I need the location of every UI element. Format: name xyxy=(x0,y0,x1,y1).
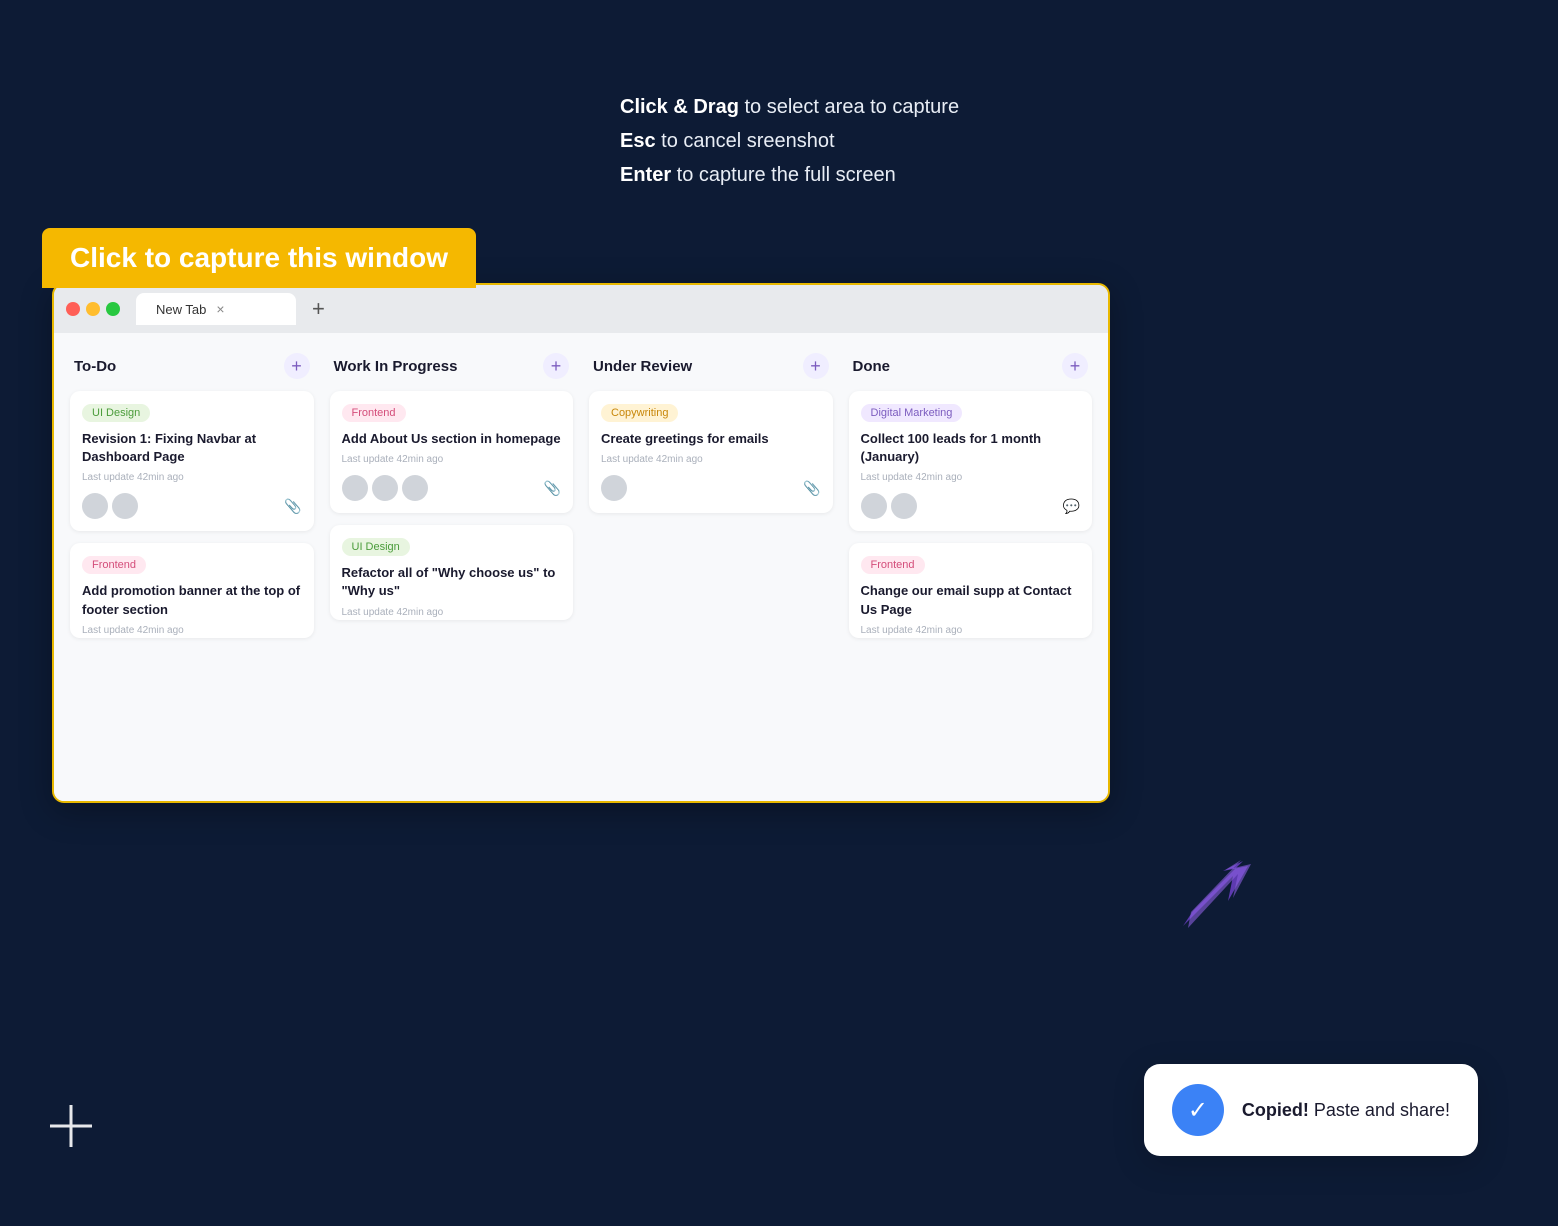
copied-rest: Paste and share! xyxy=(1309,1100,1450,1120)
card-tag: Frontend xyxy=(82,556,146,574)
card-meta: Last update 42min ago xyxy=(601,454,821,465)
browser-tabbar: New Tab × + xyxy=(54,285,1108,333)
column-done-header: Done + xyxy=(849,353,1093,379)
attachment-icon: 📎 xyxy=(284,498,301,515)
key-esc: Esc xyxy=(620,130,656,152)
copied-text: Copied! Paste and share! xyxy=(1242,1100,1450,1121)
purple-arrow-decoration xyxy=(1173,856,1253,941)
card-title: Revision 1: Fixing Navbar at Dashboard P… xyxy=(82,430,302,466)
card-done-2[interactable]: Frontend Change our email supp at Contac… xyxy=(849,543,1093,638)
key-enter: Enter xyxy=(620,164,671,186)
card-footer: 📎 xyxy=(342,475,562,501)
minimize-dot[interactable] xyxy=(86,302,100,316)
kanban-columns: To-Do + UI Design Revision 1: Fixing Nav… xyxy=(70,353,1092,781)
kanban-board: To-Do + UI Design Revision 1: Fixing Nav… xyxy=(54,333,1108,801)
instruction-line-3: Enter to capture the full screen xyxy=(620,158,959,192)
card-footer: 💬 xyxy=(861,493,1081,519)
card-title: Change our email supp at Contact Us Page xyxy=(861,582,1081,618)
avatar xyxy=(891,493,917,519)
close-dot[interactable] xyxy=(66,302,80,316)
column-todo: To-Do + UI Design Revision 1: Fixing Nav… xyxy=(70,353,314,781)
card-tag: UI Design xyxy=(82,404,150,422)
column-done-title: Done xyxy=(853,358,891,375)
card-tag: UI Design xyxy=(342,538,410,556)
card-footer: 📎 xyxy=(601,475,821,501)
capture-window[interactable]: Click to capture this window New Tab × + xyxy=(42,228,1122,818)
card-title: Add About Us section in homepage xyxy=(342,430,562,448)
card-meta: Last update 42min ago xyxy=(861,472,1081,483)
card-tag: Frontend xyxy=(342,404,406,422)
card-tag: Frontend xyxy=(861,556,925,574)
card-title: Add promotion banner at the top of foote… xyxy=(82,582,302,618)
new-tab-button[interactable]: + xyxy=(304,296,333,322)
avatar xyxy=(372,475,398,501)
attachment-icon: 📎 xyxy=(803,480,820,497)
card-avatars xyxy=(601,475,627,501)
column-review-title: Under Review xyxy=(593,358,692,375)
column-done: Done + Digital Marketing Collect 100 lea… xyxy=(849,353,1093,781)
instruction-line-2: Esc to cancel sreenshot xyxy=(620,124,959,158)
card-meta: Last update 42min ago xyxy=(82,472,302,483)
tab-close-button[interactable]: × xyxy=(216,301,224,317)
card-meta: Last update 42min ago xyxy=(342,454,562,465)
card-review-1[interactable]: Copywriting Create greetings for emails … xyxy=(589,391,833,513)
card-tag: Copywriting xyxy=(601,404,678,422)
column-done-add[interactable]: + xyxy=(1062,353,1088,379)
card-avatars xyxy=(861,493,917,519)
card-footer: 📎 xyxy=(82,493,302,519)
card-title: Collect 100 leads for 1 month (January) xyxy=(861,430,1081,466)
avatar xyxy=(861,493,887,519)
browser-tab-active[interactable]: New Tab × xyxy=(136,293,296,325)
card-avatars xyxy=(82,493,138,519)
column-review: Under Review + Copywriting Create greeti… xyxy=(589,353,833,781)
key-drag: Click & Drag xyxy=(620,96,739,118)
column-wip: Work In Progress + Frontend Add About Us… xyxy=(330,353,574,781)
avatar xyxy=(601,475,627,501)
card-meta: Last update 42min ago xyxy=(861,625,1081,636)
browser-window: New Tab × + To-Do + UI Design Revision 1… xyxy=(52,283,1110,803)
capture-banner[interactable]: Click to capture this window xyxy=(42,228,476,288)
card-title: Create greetings for emails xyxy=(601,430,821,448)
card-meta: Last update 42min ago xyxy=(82,625,302,636)
column-wip-add[interactable]: + xyxy=(543,353,569,379)
column-wip-header: Work In Progress + xyxy=(330,353,574,379)
column-todo-add[interactable]: + xyxy=(284,353,310,379)
instructions-panel: Click & Drag to select area to capture E… xyxy=(620,90,959,192)
attachment-icon: 📎 xyxy=(544,480,561,497)
maximize-dot[interactable] xyxy=(106,302,120,316)
card-wip-2[interactable]: UI Design Refactor all of "Why choose us… xyxy=(330,525,574,620)
crosshair-cursor xyxy=(48,1103,94,1158)
copied-check-icon: ✓ xyxy=(1172,1084,1224,1136)
window-controls xyxy=(66,302,120,316)
column-review-header: Under Review + xyxy=(589,353,833,379)
column-todo-header: To-Do + xyxy=(70,353,314,379)
avatar xyxy=(342,475,368,501)
card-title: Refactor all of "Why choose us" to "Why … xyxy=(342,564,562,600)
column-wip-title: Work In Progress xyxy=(334,358,458,375)
card-todo-2[interactable]: Frontend Add promotion banner at the top… xyxy=(70,543,314,638)
avatar xyxy=(402,475,428,501)
card-wip-1[interactable]: Frontend Add About Us section in homepag… xyxy=(330,391,574,513)
column-todo-title: To-Do xyxy=(74,358,116,375)
avatar xyxy=(82,493,108,519)
card-todo-1[interactable]: UI Design Revision 1: Fixing Navbar at D… xyxy=(70,391,314,531)
comment-icon: 💬 xyxy=(1063,498,1080,515)
instruction-line-1: Click & Drag to select area to capture xyxy=(620,90,959,124)
copied-bold: Copied! xyxy=(1242,1100,1309,1120)
card-tag: Digital Marketing xyxy=(861,404,963,422)
card-done-1[interactable]: Digital Marketing Collect 100 leads for … xyxy=(849,391,1093,531)
card-meta: Last update 42min ago xyxy=(342,607,562,618)
card-avatars xyxy=(342,475,428,501)
column-review-add[interactable]: + xyxy=(803,353,829,379)
copied-notification: ✓ Copied! Paste and share! xyxy=(1144,1064,1478,1156)
tab-label: New Tab xyxy=(156,302,206,317)
avatar xyxy=(112,493,138,519)
